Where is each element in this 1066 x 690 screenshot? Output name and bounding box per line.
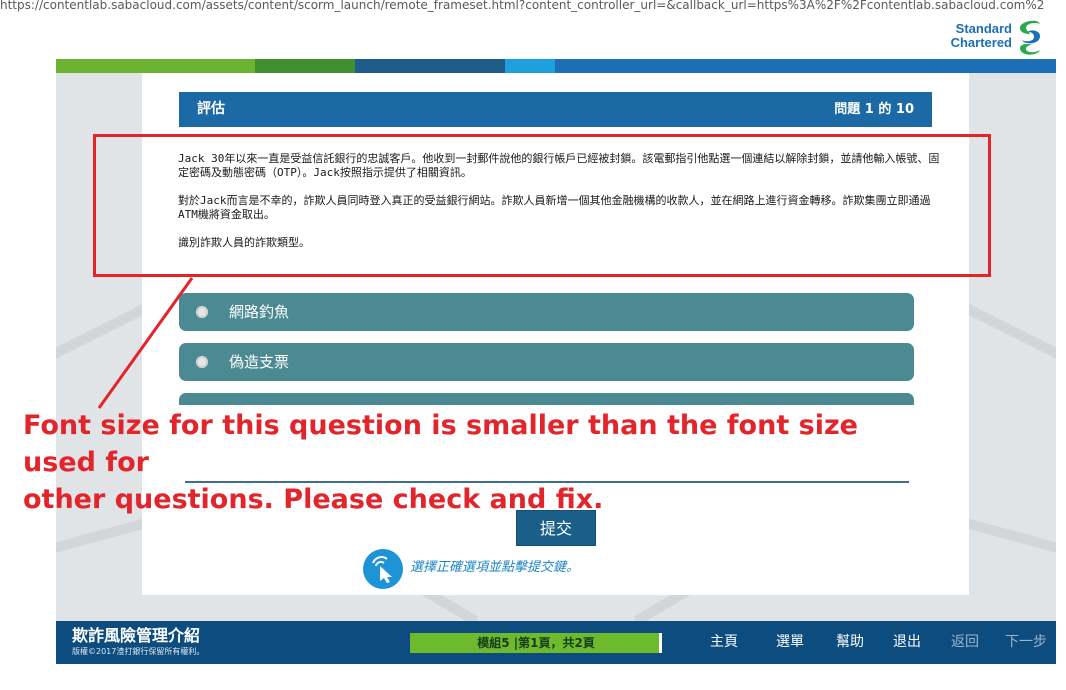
- pointer-click-icon: [363, 549, 403, 589]
- copyright-text: 版權©2017渣打銀行保留所有權利。: [72, 647, 205, 656]
- nav-exit[interactable]: 退出: [893, 633, 921, 651]
- review-annotation: Font size for this question is smaller t…: [23, 407, 923, 518]
- module-progress: 模組5 |第1頁，共2頁: [410, 633, 662, 653]
- course-title: 欺詐風險管理介紹: [72, 626, 201, 645]
- hint-text: 選擇正確選項並點擊提交鍵。: [410, 560, 580, 575]
- annotation-pointer-line: [97, 277, 194, 409]
- annotation-line-2: other questions. Please check and fix.: [23, 484, 604, 515]
- annotation-line-1: Font size for this question is smaller t…: [23, 410, 858, 478]
- nav-menu[interactable]: 選單: [776, 633, 804, 651]
- nav-next[interactable]: 下一步: [1005, 633, 1047, 651]
- footer-bar: 欺詐風險管理介紹 版權©2017渣打銀行保留所有權利。 模組5 |第1頁，共2頁…: [56, 621, 1056, 664]
- nav-back[interactable]: 返回: [951, 633, 979, 651]
- nav-help[interactable]: 幫助: [836, 633, 864, 651]
- screen: https://contentlab.sabacloud.com/assets/…: [0, 0, 1066, 690]
- submit-button[interactable]: 提交: [516, 510, 596, 546]
- progress-label: 模組5 |第1頁，共2頁: [477, 636, 595, 650]
- nav-home[interactable]: 主頁: [710, 633, 738, 651]
